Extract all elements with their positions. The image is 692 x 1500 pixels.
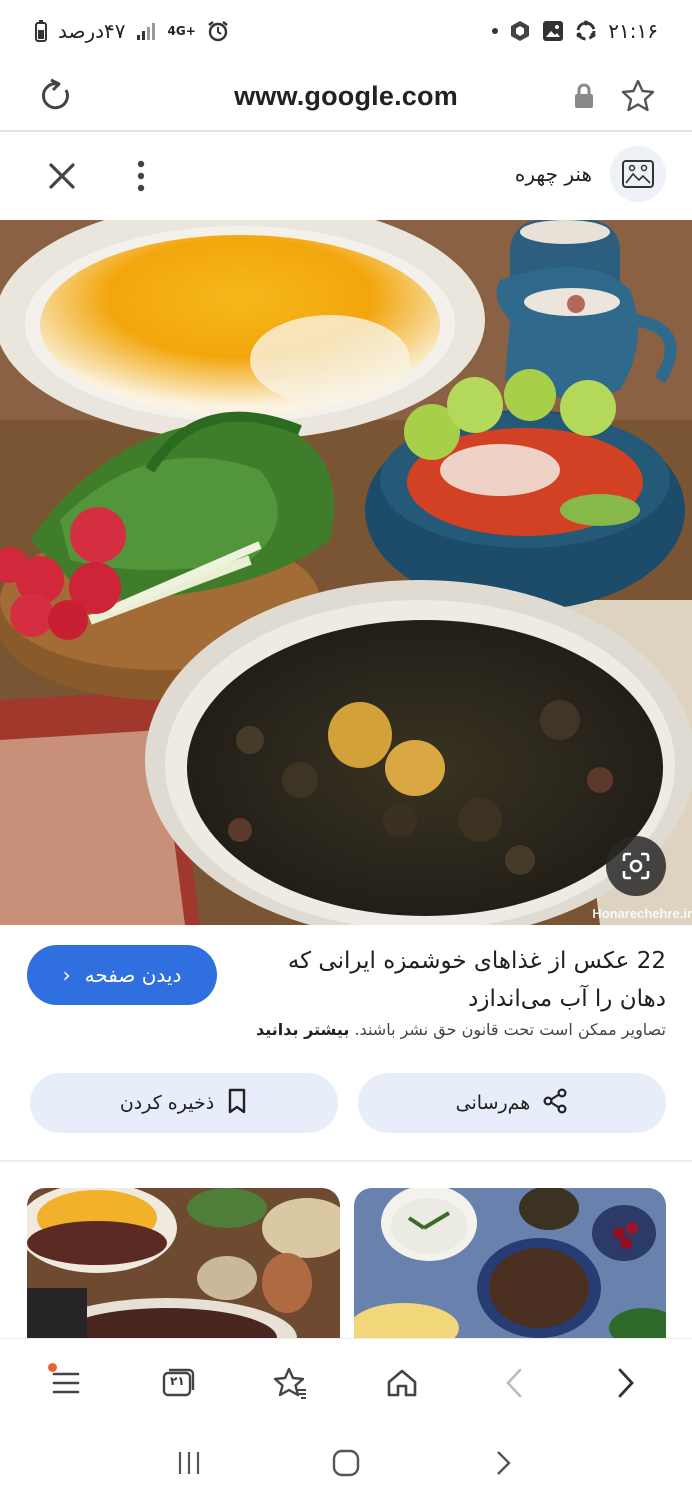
copyright-text: تصاویر ممکن است تحت قانون حق نشر باشند. [354,1020,666,1039]
site-logo-icon [610,146,666,202]
visit-page-button[interactable]: دیدن صفحه ‹ [27,945,217,1005]
battery-percent: ۴۷درصد [58,19,126,43]
save-label: ذخیره کردن [119,1092,215,1114]
browser-toolbar: ۲۱ [0,1338,692,1426]
save-button[interactable]: ذخیره کردن [30,1073,338,1133]
bookmarks-button[interactable] [260,1353,320,1413]
menu-notification-dot [48,1362,57,1372]
battery-icon [34,20,48,42]
share-icon [542,1087,568,1119]
more-options-icon[interactable] [126,156,156,196]
address-bar[interactable]: www.google.com [0,62,692,130]
result-title[interactable]: 22 عکس از غذاهای خوشمزه ایرانی که دهان ر… [266,942,666,1018]
forward-button[interactable] [596,1353,656,1413]
main-food-image[interactable] [0,220,692,925]
bookmark-icon [226,1088,248,1119]
source-site[interactable]: هنر چهره [515,146,666,202]
clock: ۲۱:۱۶ [608,19,658,43]
menu-button[interactable] [36,1353,96,1413]
section-divider [0,1160,692,1162]
reload-icon[interactable] [36,76,76,116]
home-nav-icon [332,1449,360,1477]
related-image-1[interactable] [27,1188,340,1338]
back-nav-button[interactable] [473,1433,533,1493]
lock-icon[interactable] [572,82,596,110]
alarm-icon [206,19,230,43]
copyright-notice: تصاویر ممکن است تحت قانون حق نشر باشند. … [256,1020,666,1039]
share-label: هم‌رسانی [455,1092,531,1114]
gallery-icon [542,20,564,42]
close-icon[interactable] [42,156,82,196]
home-button[interactable] [372,1353,432,1413]
home-icon [387,1369,417,1396]
bookmark-star-icon[interactable] [618,76,658,116]
lens-search-button[interactable] [606,836,666,896]
back-nav-icon [497,1451,512,1475]
menu-icon [52,1372,80,1393]
learn-more-link[interactable]: بیشتر بدانید [256,1020,349,1039]
status-bar: ۴۷درصد 4G+ ۲۱:۱۶ [0,0,692,62]
home-nav-button[interactable] [316,1433,376,1493]
hexagon-app-icon [508,19,532,43]
notification-dot-icon [492,28,499,34]
site-name: هنر چهره [514,162,592,186]
image-watermark: Honarechehre.ir [592,906,692,921]
share-button[interactable]: هم‌رسانی [358,1073,666,1133]
chevron-left-icon [506,1368,522,1397]
bookmarks-star-icon [273,1367,306,1399]
signal-icon [136,21,158,41]
action-buttons: هم‌رسانی ذخیره کردن [30,1073,666,1133]
chevron-right-icon [618,1368,634,1397]
related-image-2[interactable] [354,1188,666,1338]
status-right: ۲۱:۱۶ [492,19,658,43]
tabs-count: ۲۱ [170,1373,185,1388]
image-viewer-header: هنر چهره [0,132,692,220]
visit-page-label: دیدن صفحه [84,963,182,987]
status-left: ۴۷درصد 4G+ [34,19,230,43]
back-button[interactable] [484,1353,544,1413]
sync-app-icon [574,19,598,43]
url-text[interactable]: www.google.com [234,81,458,112]
tabs-button[interactable]: ۲۱ [148,1353,208,1413]
recent-apps-icon [178,1452,199,1474]
system-navigation-bar [0,1426,692,1500]
chevron-left-icon: ‹ [62,963,71,987]
recent-apps-button[interactable] [159,1433,219,1493]
lens-icon [622,852,650,880]
network-type: 4G+ [167,24,196,38]
